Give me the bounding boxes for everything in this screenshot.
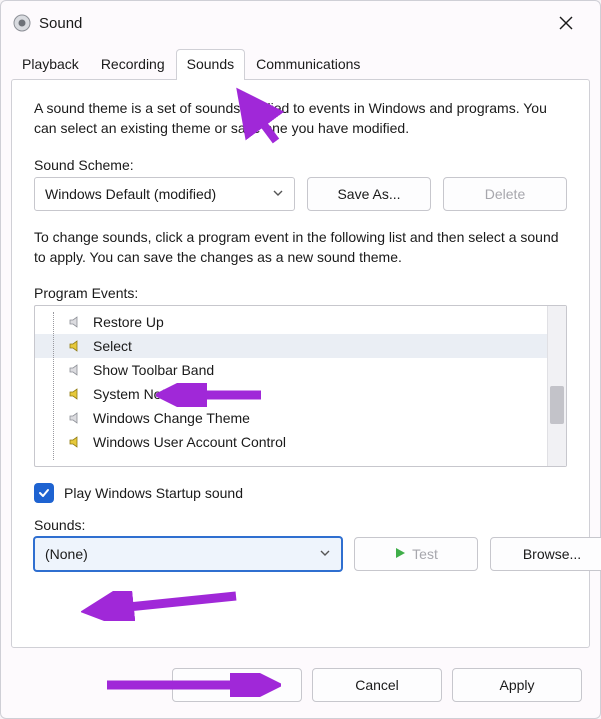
check-icon xyxy=(37,486,51,500)
program-event-item[interactable]: System Notification xyxy=(35,382,547,406)
chevron-down-icon xyxy=(272,186,284,202)
program-events-label: Program Events: xyxy=(34,285,567,301)
program-event-item[interactable]: Select xyxy=(35,334,547,358)
program-events-list[interactable]: Restore Up Select Show Toolbar Band System … xyxy=(34,305,567,467)
close-button[interactable] xyxy=(544,1,588,45)
sounds-dropdown-value: (None) xyxy=(45,546,88,562)
program-event-label: Restore Up xyxy=(93,314,164,330)
apply-button[interactable]: Apply xyxy=(452,668,582,702)
sounds-dropdown-label: Sounds: xyxy=(34,517,567,533)
tab-recording[interactable]: Recording xyxy=(90,49,176,80)
chevron-down-icon xyxy=(319,546,331,562)
program-event-label: Windows Change Theme xyxy=(93,410,250,426)
sound-scheme-value: Windows Default (modified) xyxy=(45,186,216,202)
play-icon xyxy=(394,546,406,562)
startup-sound-checkbox[interactable] xyxy=(34,483,54,503)
ok-button[interactable]: OK xyxy=(172,668,302,702)
window-title: Sound xyxy=(39,15,544,32)
program-event-item[interactable]: Show Toolbar Band xyxy=(35,358,547,382)
tab-playback[interactable]: Playback xyxy=(11,49,90,80)
tab-communications[interactable]: Communications xyxy=(245,49,371,80)
startup-sound-label: Play Windows Startup sound xyxy=(64,485,243,501)
dialog-footer: OK Cancel Apply xyxy=(1,658,600,718)
sounds-panel: A sound theme is a set of sounds applied… xyxy=(11,79,590,648)
sound-scheme-label: Sound Scheme: xyxy=(34,157,567,173)
sound-dialog: Sound Playback Recording Sounds Communic… xyxy=(0,0,601,719)
program-event-label: System Notification xyxy=(93,386,213,402)
program-event-item[interactable]: Restore Up xyxy=(35,310,547,334)
tab-sounds[interactable]: Sounds xyxy=(176,49,245,80)
sound-app-icon xyxy=(13,14,31,32)
sounds-dropdown[interactable]: (None) xyxy=(34,537,342,571)
tab-bar: Playback Recording Sounds Communications xyxy=(1,45,600,79)
close-icon xyxy=(559,16,573,30)
browse-button[interactable]: Browse... xyxy=(490,537,601,571)
program-event-label: Windows User Account Control xyxy=(93,434,286,450)
program-event-label: Select xyxy=(93,338,132,354)
program-event-item[interactable]: Windows User Account Control xyxy=(35,430,547,454)
tree-guide xyxy=(53,312,54,460)
delete-button: Delete xyxy=(443,177,567,211)
speaker-mute-icon xyxy=(67,361,85,379)
cancel-button[interactable]: Cancel xyxy=(312,668,442,702)
save-as-button[interactable]: Save As... xyxy=(307,177,431,211)
test-button: Test xyxy=(354,537,478,571)
change-description: To change sounds, click a program event … xyxy=(34,227,567,268)
panel-description: A sound theme is a set of sounds applied… xyxy=(34,98,567,139)
scrollbar-thumb[interactable] xyxy=(550,386,564,424)
program-event-label: Show Toolbar Band xyxy=(93,362,214,378)
speaker-sound-icon xyxy=(67,337,85,355)
speaker-mute-icon xyxy=(67,313,85,331)
speaker-sound-icon xyxy=(67,385,85,403)
speaker-mute-icon xyxy=(67,409,85,427)
sound-scheme-dropdown[interactable]: Windows Default (modified) xyxy=(34,177,295,211)
events-scrollbar[interactable] xyxy=(547,306,566,466)
program-event-item[interactable]: Windows Change Theme xyxy=(35,406,547,430)
speaker-sound-icon xyxy=(67,433,85,451)
titlebar: Sound xyxy=(1,1,600,45)
